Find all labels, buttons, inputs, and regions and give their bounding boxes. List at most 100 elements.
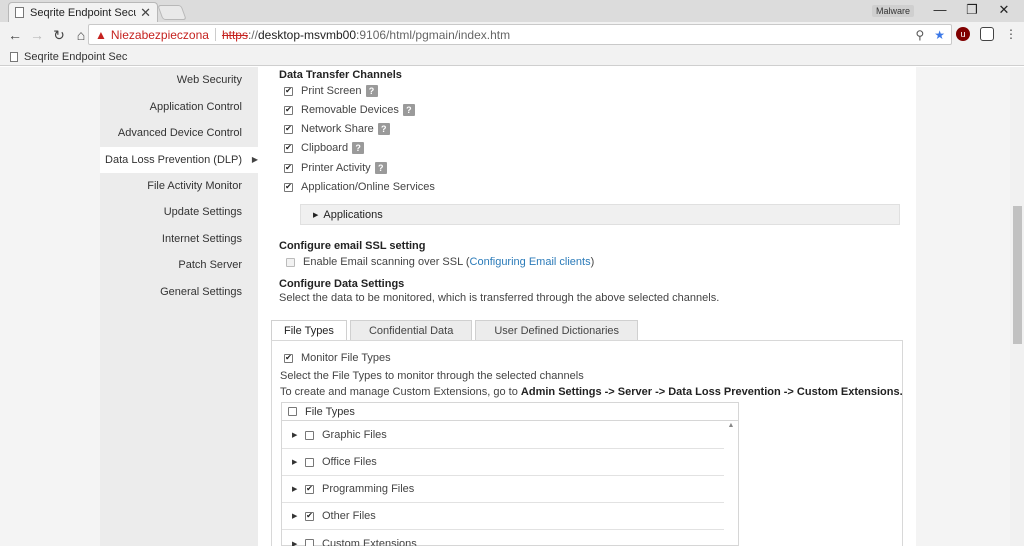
minimize-icon[interactable]: — bbox=[924, 0, 956, 20]
sidebar-item-application-control[interactable]: Application Control bbox=[92, 101, 242, 113]
sidebar-item-internet-settings[interactable]: Internet Settings bbox=[92, 233, 242, 245]
sidebar-item-label: Data Loss Prevention (DLP) bbox=[105, 154, 242, 166]
email-ssl-checkbox[interactable] bbox=[286, 257, 295, 267]
checkbox[interactable]: ✔ bbox=[284, 86, 293, 96]
help-icon[interactable]: ? bbox=[374, 162, 387, 174]
profile-badge[interactable]: Malware bbox=[872, 5, 914, 17]
restore-icon[interactable]: ❐ bbox=[956, 0, 988, 20]
help-icon[interactable]: ? bbox=[365, 85, 378, 97]
browser-tab[interactable]: Seqrite Endpoint Security ✕ bbox=[8, 2, 158, 22]
file-type-label: Other Files bbox=[322, 510, 376, 522]
channel-removable-devices[interactable]: ✔ Removable Devices ? bbox=[284, 104, 415, 116]
sidebar-item-patch-server[interactable]: Patch Server bbox=[92, 259, 242, 271]
email-ssl-option: Enable Email scanning over SSL (Configur… bbox=[286, 256, 594, 268]
expand-icon[interactable]: ▶ bbox=[292, 540, 305, 546]
expand-icon[interactable]: ▶ bbox=[292, 458, 305, 466]
caret-right-icon: ▶ bbox=[313, 211, 319, 219]
file-types-scrollbar[interactable]: ▲ bbox=[724, 422, 738, 546]
tab-strip: Seqrite Endpoint Security ✕ Malware — ❐ … bbox=[0, 0, 1024, 22]
forward-icon[interactable]: → bbox=[26, 27, 48, 43]
channel-network-share[interactable]: ✔ Network Share ? bbox=[284, 123, 390, 135]
file-types-list: File Types ▶ Graphic Files ▶ Office File… bbox=[281, 402, 739, 546]
help-icon[interactable]: ? bbox=[377, 123, 390, 135]
sidebar-item-web-security[interactable]: Web Security bbox=[92, 74, 242, 86]
monitor-file-types-option[interactable]: ✔ Monitor File Types bbox=[284, 352, 391, 364]
sidebar-item-file-activity-monitor[interactable]: File Activity Monitor bbox=[92, 180, 242, 192]
monitor-file-types-checkbox[interactable]: ✔ bbox=[284, 353, 293, 363]
scrollbar-thumb[interactable] bbox=[1013, 206, 1022, 344]
back-icon[interactable]: ← bbox=[4, 27, 26, 43]
sidebar-item-dlp[interactable]: Data Loss Prevention (DLP) ▶ bbox=[100, 147, 258, 173]
new-tab-button[interactable] bbox=[157, 5, 187, 20]
help-icon[interactable]: ? bbox=[402, 104, 415, 116]
file-type-checkbox[interactable] bbox=[305, 539, 314, 546]
hint-path: Admin Settings -> Server -> Data Loss Pr… bbox=[520, 386, 903, 398]
file-type-checkbox[interactable] bbox=[305, 457, 314, 467]
expand-icon[interactable]: ▶ bbox=[292, 431, 305, 439]
file-type-row[interactable]: ▶ Graphic Files bbox=[282, 422, 724, 449]
file-types-select-all-checkbox[interactable] bbox=[288, 407, 297, 416]
channel-label: Network Share bbox=[301, 123, 374, 135]
channel-label: Printer Activity bbox=[301, 162, 371, 174]
data-settings-tabs: File Types Confidential Data User Define… bbox=[271, 320, 641, 341]
bookmarks-bar: Seqrite Endpoint Sec bbox=[0, 48, 1024, 66]
tab-file-types[interactable]: File Types bbox=[271, 320, 347, 341]
bookmark-star-icon[interactable]: ★ bbox=[934, 28, 945, 42]
channel-application-online-services[interactable]: ✔ Application/Online Services bbox=[284, 181, 435, 193]
file-type-row[interactable]: ▶ Office Files bbox=[282, 449, 724, 476]
bookmark-page-icon bbox=[10, 51, 18, 62]
checkbox[interactable]: ✔ bbox=[284, 124, 293, 134]
expand-icon[interactable]: ▶ bbox=[292, 485, 305, 493]
warning-icon: ▲ bbox=[95, 27, 107, 42]
file-type-row[interactable]: ▶ ✔ Other Files bbox=[282, 503, 724, 530]
checkbox[interactable]: ✔ bbox=[284, 143, 293, 153]
window-close-icon[interactable]: ✕ bbox=[988, 0, 1020, 20]
tab-confidential-data[interactable]: Confidential Data bbox=[349, 320, 473, 341]
applications-label: Applications bbox=[323, 208, 383, 221]
channel-label: Print Screen bbox=[301, 85, 362, 97]
page-scrollbar[interactable] bbox=[1010, 67, 1024, 546]
checkbox[interactable]: ✔ bbox=[284, 182, 293, 192]
email-ssl-suffix: ) bbox=[590, 256, 595, 268]
browser-toolbar: ← → ↻ ⌂ ▲ Niezabezpieczona https://deskt… bbox=[0, 22, 1024, 48]
scroll-up-icon[interactable]: ▲ bbox=[724, 422, 738, 429]
configuring-email-clients-link[interactable]: Configuring Email clients bbox=[470, 256, 591, 268]
tab-close-icon[interactable]: ✕ bbox=[140, 5, 151, 21]
ublock-extension-icon[interactable]: u bbox=[956, 27, 970, 41]
security-status[interactable]: Niezabezpieczona bbox=[111, 28, 209, 42]
section-title-data-settings: Configure Data Settings bbox=[279, 278, 405, 290]
data-settings-description: Select the data to be monitored, which i… bbox=[279, 292, 720, 304]
bookmark-item[interactable]: Seqrite Endpoint Sec bbox=[24, 51, 127, 63]
document-extension-icon[interactable] bbox=[980, 27, 994, 41]
file-type-checkbox[interactable] bbox=[305, 430, 314, 440]
section-title-transfer-channels: Data Transfer Channels bbox=[279, 69, 402, 81]
sidebar-item-general-settings[interactable]: General Settings bbox=[92, 286, 242, 298]
channel-clipboard[interactable]: ✔ Clipboard ? bbox=[284, 142, 365, 154]
file-types-header[interactable]: File Types bbox=[282, 403, 738, 421]
zoom-icon[interactable]: ⚲ bbox=[915, 28, 924, 42]
help-icon[interactable]: ? bbox=[352, 142, 365, 154]
sidebar: Web Security Application Control Advance… bbox=[100, 67, 258, 546]
file-type-checkbox[interactable]: ✔ bbox=[305, 511, 314, 521]
divider bbox=[214, 28, 216, 41]
file-type-checkbox[interactable]: ✔ bbox=[305, 484, 314, 494]
channel-print-screen[interactable]: ✔ Print Screen ? bbox=[284, 85, 378, 97]
url-protocol: https bbox=[221, 27, 248, 42]
custom-extensions-hint: To create and manage Custom Extensions, … bbox=[280, 386, 903, 398]
sidebar-item-advanced-device-control[interactable]: Advanced Device Control bbox=[92, 127, 242, 139]
file-type-row[interactable]: ▶ ✔ Programming Files bbox=[282, 476, 724, 503]
checkbox[interactable]: ✔ bbox=[284, 105, 293, 115]
select-file-types-description: Select the File Types to monitor through… bbox=[280, 370, 584, 382]
file-type-label: Graphic Files bbox=[322, 429, 387, 441]
menu-icon[interactable]: ⋮ bbox=[1004, 27, 1018, 41]
reload-icon[interactable]: ↻ bbox=[48, 27, 70, 44]
chevron-right-icon: ▶ bbox=[251, 155, 258, 164]
checkbox[interactable]: ✔ bbox=[284, 163, 293, 173]
file-type-row[interactable]: ▶ Custom Extensions bbox=[282, 530, 724, 546]
applications-expander[interactable]: ▶ Applications bbox=[300, 204, 900, 225]
sidebar-item-update-settings[interactable]: Update Settings bbox=[92, 206, 242, 218]
expand-icon[interactable]: ▶ bbox=[292, 512, 305, 520]
tab-user-defined-dictionaries[interactable]: User Defined Dictionaries bbox=[475, 320, 639, 341]
channel-printer-activity[interactable]: ✔ Printer Activity ? bbox=[284, 162, 387, 174]
address-bar[interactable]: ▲ Niezabezpieczona https://desktop-msvmb… bbox=[88, 24, 952, 45]
